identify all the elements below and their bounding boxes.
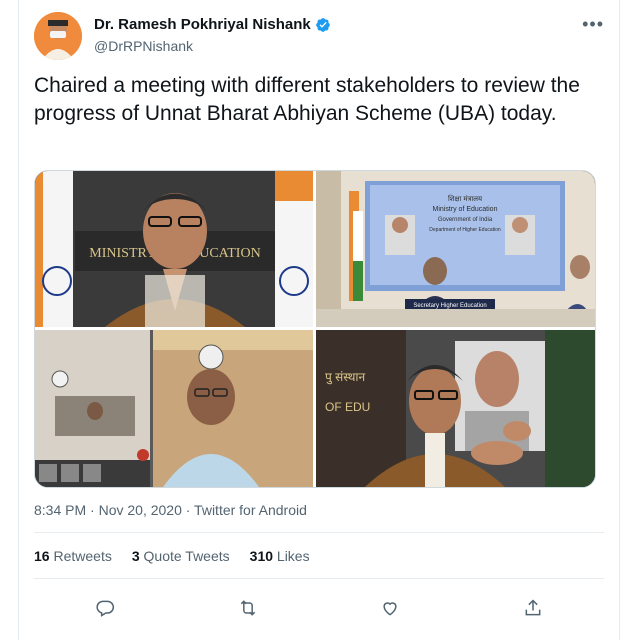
right-border: [619, 0, 620, 640]
share-button[interactable]: [515, 590, 551, 626]
divider-bottom: [34, 578, 604, 579]
retweets-count: 16: [34, 548, 50, 564]
tweet-timestamp[interactable]: 8:34 PM · Nov 20, 2020 · Twitter for And…: [34, 502, 307, 518]
retweets-label: Retweets: [53, 548, 112, 564]
like-button[interactable]: [372, 590, 408, 626]
reply-icon: [96, 600, 115, 617]
share-icon: [525, 599, 541, 616]
panel-4-sign-text-2: OF EDU: [325, 400, 370, 414]
left-border: [18, 0, 19, 640]
media-panel-1[interactable]: MINISTRY OF EDUCATION: [35, 171, 313, 327]
panel-4-sign-text-1: पु संस्थान: [325, 370, 365, 385]
quotes-count: 3: [131, 548, 140, 564]
quotes-stat[interactable]: 3 Quote Tweets: [132, 548, 230, 564]
likes-count: 310: [249, 548, 274, 564]
panel-2-screen-line-3: Government of India: [438, 217, 493, 223]
retweets-stat[interactable]: 16 Retweets: [34, 548, 112, 564]
likes-label: Likes: [276, 548, 310, 564]
like-icon: [383, 602, 397, 616]
media-panel-2[interactable]: शिक्षा मंत्रालय Ministry of Education Go…: [316, 171, 595, 327]
quotes-label: Quote Tweets: [143, 548, 230, 564]
retweet-icon: [240, 600, 255, 616]
panel-2-screen-line-1: शिक्षा मंत्रालय: [448, 194, 483, 203]
more-icon[interactable]: •••: [582, 14, 604, 35]
tweet-media[interactable]: MINISTRY OF EDUCATION शिक्षा मंत्रालय Mi…: [34, 170, 596, 488]
tweet-text: Chaired a meeting with different stakeho…: [34, 74, 580, 125]
author-handle[interactable]: @DrRPNishank: [94, 38, 193, 54]
reply-button[interactable]: [87, 590, 123, 626]
verified-badge-icon: [315, 17, 330, 32]
retweet-button[interactable]: [230, 590, 266, 626]
avatar[interactable]: [34, 12, 82, 60]
media-panel-4[interactable]: पु संस्थान OF EDU: [316, 330, 595, 487]
tweet-actions: [34, 588, 604, 628]
panel-2-screen-line-4: Department of Higher Education: [429, 227, 501, 233]
divider-top: [34, 532, 604, 533]
author-name[interactable]: Dr. Ramesh Pokhriyal Nishank: [94, 16, 311, 33]
tweet-header: Dr. Ramesh Pokhriyal Nishank @DrRPNishan…: [34, 12, 604, 62]
likes-stat[interactable]: 310 Likes: [250, 548, 310, 564]
media-panel-3[interactable]: [35, 330, 313, 487]
tweet-stats: 16 Retweets 3 Quote Tweets 310 Likes: [34, 548, 310, 564]
panel-2-caption: Secretary Higher Education: [413, 303, 486, 309]
author-name-row[interactable]: Dr. Ramesh Pokhriyal Nishank: [94, 16, 331, 33]
panel-2-screen-line-2: Ministry of Education: [433, 206, 498, 213]
